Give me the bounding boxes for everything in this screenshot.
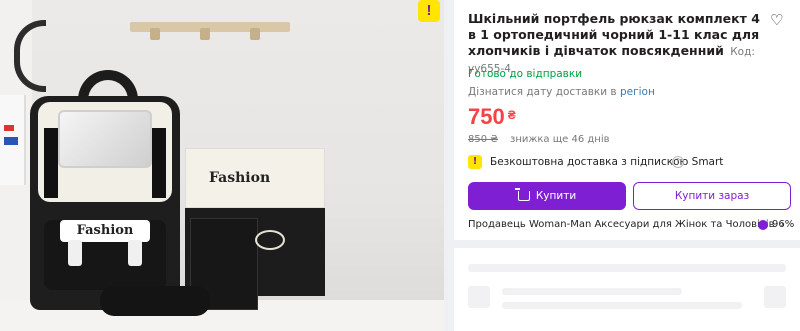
skeleton-line xyxy=(468,264,786,272)
product-image[interactable]: Fashion Fashion xyxy=(0,0,444,331)
skeleton-line xyxy=(502,288,682,295)
product-price: 750 ₴ xyxy=(468,104,516,130)
stock-status: Готово до відправки xyxy=(468,68,583,80)
buckle xyxy=(68,240,82,266)
skeleton-line xyxy=(502,302,742,309)
delivery-region-link[interactable]: регіон xyxy=(620,86,655,98)
backpack-window xyxy=(58,110,152,168)
backpack-strap xyxy=(152,128,166,198)
discount-note: знижка ще 46 днів xyxy=(510,134,610,145)
delivery-prefix: Дізнатися дату доставки в xyxy=(468,86,617,98)
smart-delivery-text: Безкоштовна доставка з підпискою Smart xyxy=(490,156,724,168)
skeleton-block xyxy=(764,286,786,308)
skeleton-block xyxy=(468,286,490,308)
backpack-strap xyxy=(44,128,58,198)
seller-rating: 96% xyxy=(772,219,795,230)
rating-icon xyxy=(758,220,768,230)
tote-label: Fashion xyxy=(209,170,271,186)
heart-icon[interactable]: ♡ xyxy=(770,12,786,28)
pencil-case xyxy=(100,286,210,316)
price-currency: ₴ xyxy=(507,108,516,122)
loading-skeleton xyxy=(454,248,800,331)
buy-button-label: Купити xyxy=(535,190,577,202)
old-price: 850 ₴ xyxy=(468,134,499,145)
cart-icon xyxy=(514,188,530,201)
buckle xyxy=(128,240,142,266)
buy-now-button[interactable]: Купити зараз xyxy=(633,182,791,210)
info-icon[interactable]: ? xyxy=(672,156,684,168)
backpack: Fashion xyxy=(30,70,180,310)
hook xyxy=(200,28,210,40)
brand-badge-icon: ! xyxy=(418,0,440,22)
seller-text: Продавець Woman-Man Аксесуари для Жінок … xyxy=(468,219,775,230)
delivery-info: Дізнатися дату доставки в регіон xyxy=(468,86,655,98)
pouch-strap xyxy=(255,230,285,250)
hook xyxy=(250,28,260,40)
price-value: 750 xyxy=(468,104,505,129)
hook xyxy=(150,28,160,40)
poster-decor xyxy=(0,95,26,185)
seller-link[interactable]: Продавець Woman-Man Аксесуари для Жінок … xyxy=(468,219,784,230)
backpack-label: Fashion xyxy=(60,220,150,242)
product-title-text: Шкільний портфель рюкзак комплект 4 в 1 … xyxy=(468,11,760,58)
buy-button[interactable]: Купити xyxy=(468,182,626,210)
smart-icon: ! xyxy=(468,155,482,169)
